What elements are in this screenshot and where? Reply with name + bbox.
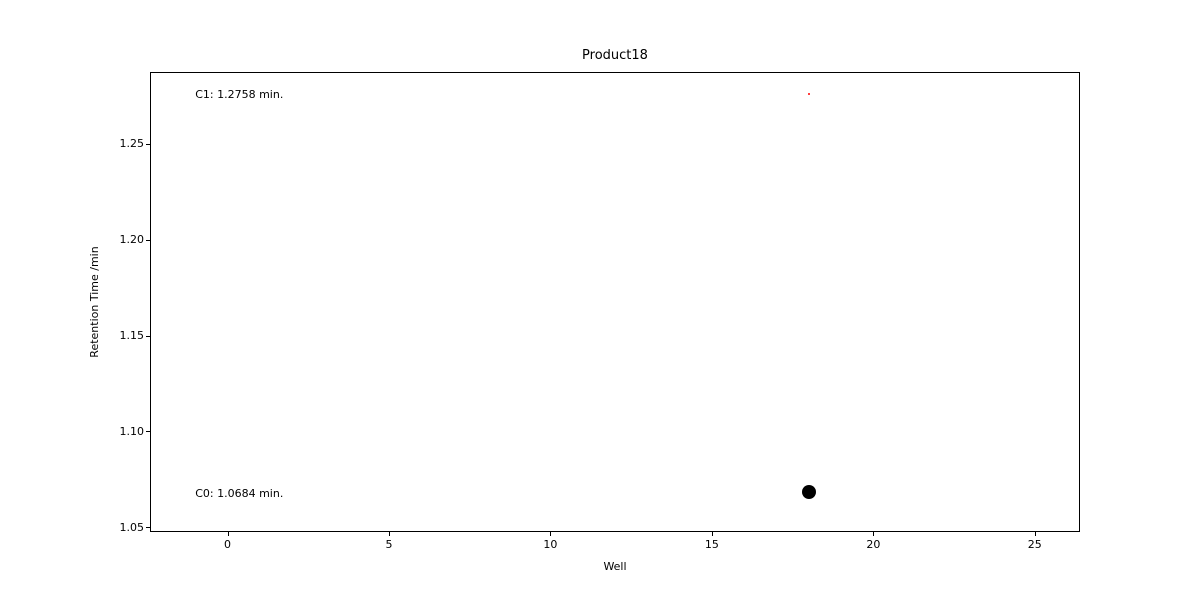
x-axis-label: Well — [150, 560, 1080, 573]
y-tick-label: 1.25 — [96, 138, 144, 149]
x-tick-label: 15 — [692, 538, 732, 551]
y-tick-label: 1.15 — [96, 330, 144, 341]
y-tick — [146, 527, 150, 528]
x-tick-label: 20 — [853, 538, 893, 551]
chart-title: Product18 — [150, 48, 1080, 63]
chart-annotation: C0: 1.0684 min. — [195, 487, 283, 500]
x-tick-label: 0 — [208, 538, 248, 551]
y-tick — [146, 336, 150, 337]
chart-annotation: C1: 1.2758 min. — [195, 88, 283, 101]
x-tick-label: 5 — [369, 538, 409, 551]
y-tick — [146, 431, 150, 432]
y-tick-label: 1.20 — [96, 234, 144, 245]
chart-figure: Product18 Retention Time /min Well 05101… — [0, 0, 1200, 600]
x-tick — [1035, 532, 1036, 536]
x-tick — [550, 532, 551, 536]
data-point — [802, 485, 816, 499]
y-tick — [146, 240, 150, 241]
x-tick — [873, 532, 874, 536]
y-tick-label: 1.05 — [96, 522, 144, 533]
x-tick — [228, 532, 229, 536]
x-tick-label: 10 — [530, 538, 570, 551]
plot-area — [150, 72, 1080, 532]
x-tick-label: 25 — [1015, 538, 1055, 551]
y-tick — [146, 144, 150, 145]
y-tick-label: 1.10 — [96, 426, 144, 437]
x-tick — [389, 532, 390, 536]
x-tick — [712, 532, 713, 536]
